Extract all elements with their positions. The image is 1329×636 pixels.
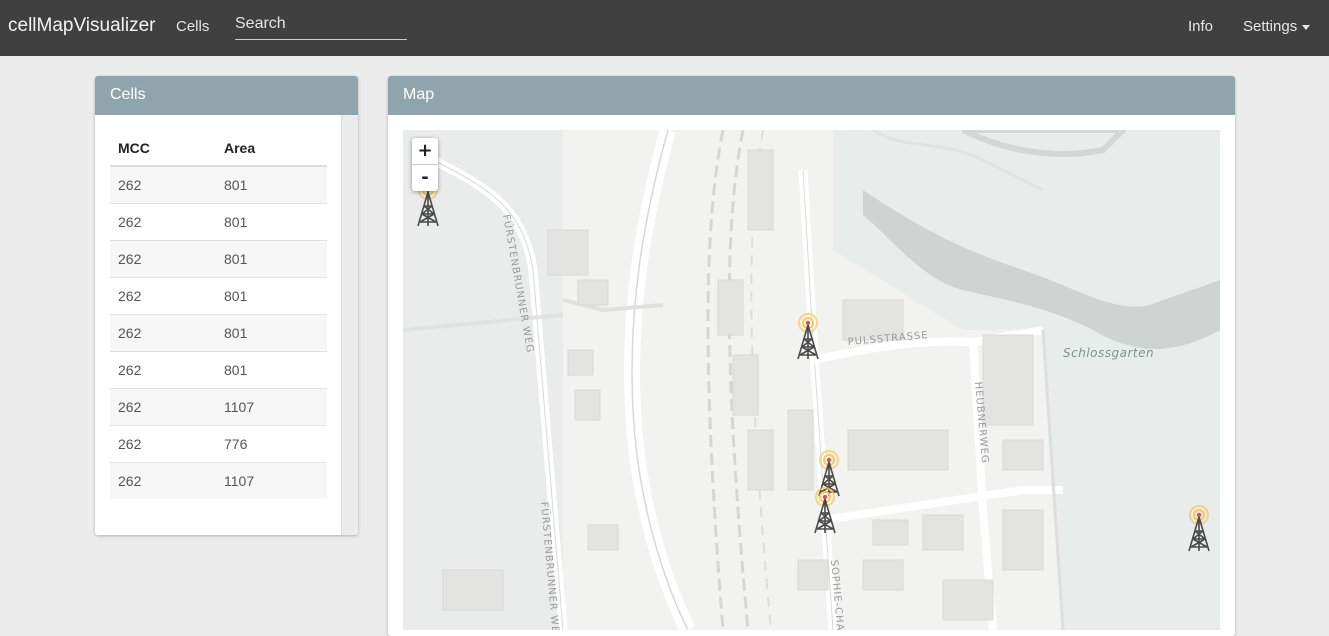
cells-panel-body: MCC Area 262 801 262 801 262 801 262 801 262 801 2… xyxy=(95,115,358,535)
table-row[interactable]: 262 1107 xyxy=(110,388,327,426)
cells-panel-title: Cells xyxy=(95,76,358,115)
column-header-area[interactable]: Area xyxy=(216,130,327,167)
cell-area: 801 xyxy=(216,240,327,278)
table-row[interactable]: 262 801 xyxy=(110,166,327,204)
map-panel-title: Map xyxy=(388,76,1235,115)
app-brand[interactable]: cellMapVisualizer xyxy=(8,15,156,37)
map-canvas[interactable]: PULSSTRASSE FÜRSTENBRUNNER WEG FÜRSTENBR… xyxy=(403,130,1220,630)
cell-area: 1107 xyxy=(216,388,327,426)
search-input[interactable] xyxy=(235,10,407,38)
cell-area: 801 xyxy=(216,203,327,241)
cell-mcc: 262 xyxy=(110,240,216,278)
cells-panel: Cells MCC Area 262 801 262 801 262 801 262 801 2… xyxy=(95,76,358,535)
nav-link-cells[interactable]: Cells xyxy=(176,18,209,35)
table-row[interactable]: 262 801 xyxy=(110,203,327,241)
cell-area: 801 xyxy=(216,351,327,389)
cell-mcc: 262 xyxy=(110,314,216,352)
table-row[interactable]: 262 776 xyxy=(110,425,327,463)
column-header-mcc[interactable]: MCC xyxy=(110,130,216,167)
settings-label: Settings xyxy=(1243,18,1298,35)
zoom-out-button[interactable]: - xyxy=(412,165,438,191)
nav-settings-dropdown[interactable]: Settings xyxy=(1243,18,1311,35)
cell-area: 801 xyxy=(216,277,327,315)
caret-down-icon xyxy=(1302,24,1311,30)
cell-mcc: 262 xyxy=(110,351,216,389)
table-row[interactable]: 262 801 xyxy=(110,277,327,315)
cells-table-body: 262 801 262 801 262 801 262 801 262 801 262 801 262 1… xyxy=(110,166,327,499)
zoom-in-button[interactable]: + xyxy=(412,138,438,165)
cell-area: 801 xyxy=(216,314,327,352)
cell-area: 801 xyxy=(216,166,327,204)
top-navbar: cellMapVisualizer Cells Info Settings xyxy=(0,0,1329,56)
table-row[interactable]: 262 801 xyxy=(110,314,327,352)
map-tiles: PULSSTRASSE FÜRSTENBRUNNER WEG FÜRSTENBR… xyxy=(403,130,1220,630)
cell-mcc: 262 xyxy=(110,166,216,204)
cells-scrollbar[interactable] xyxy=(341,115,358,535)
park-label-schlossgarten: Schlossgarten xyxy=(1063,346,1154,360)
table-header-row: MCC Area xyxy=(110,130,327,167)
table-row[interactable]: 262 801 xyxy=(110,351,327,389)
search-box xyxy=(235,10,407,40)
cell-mcc: 262 xyxy=(110,388,216,426)
cell-mcc: 262 xyxy=(110,277,216,315)
cell-area: 776 xyxy=(216,425,327,463)
map-panel: Map PULSSTRASSE FÜRSTENBRUNNER WEG FÜRST… xyxy=(388,76,1235,636)
map-rail xyxy=(706,130,725,630)
map-zoom-control: + - xyxy=(412,138,438,191)
cell-area: 1107 xyxy=(216,462,327,499)
cell-mcc: 262 xyxy=(110,425,216,463)
cell-mcc: 262 xyxy=(110,462,216,499)
table-row[interactable]: 262 801 xyxy=(110,240,327,278)
cell-mcc: 262 xyxy=(110,203,216,241)
map-highway xyxy=(624,130,696,630)
cells-table: MCC Area 262 801 262 801 262 801 262 801 262 801 2… xyxy=(110,130,327,499)
nav-link-info[interactable]: Info xyxy=(1188,18,1213,35)
table-row[interactable]: 262 1107 xyxy=(110,462,327,499)
